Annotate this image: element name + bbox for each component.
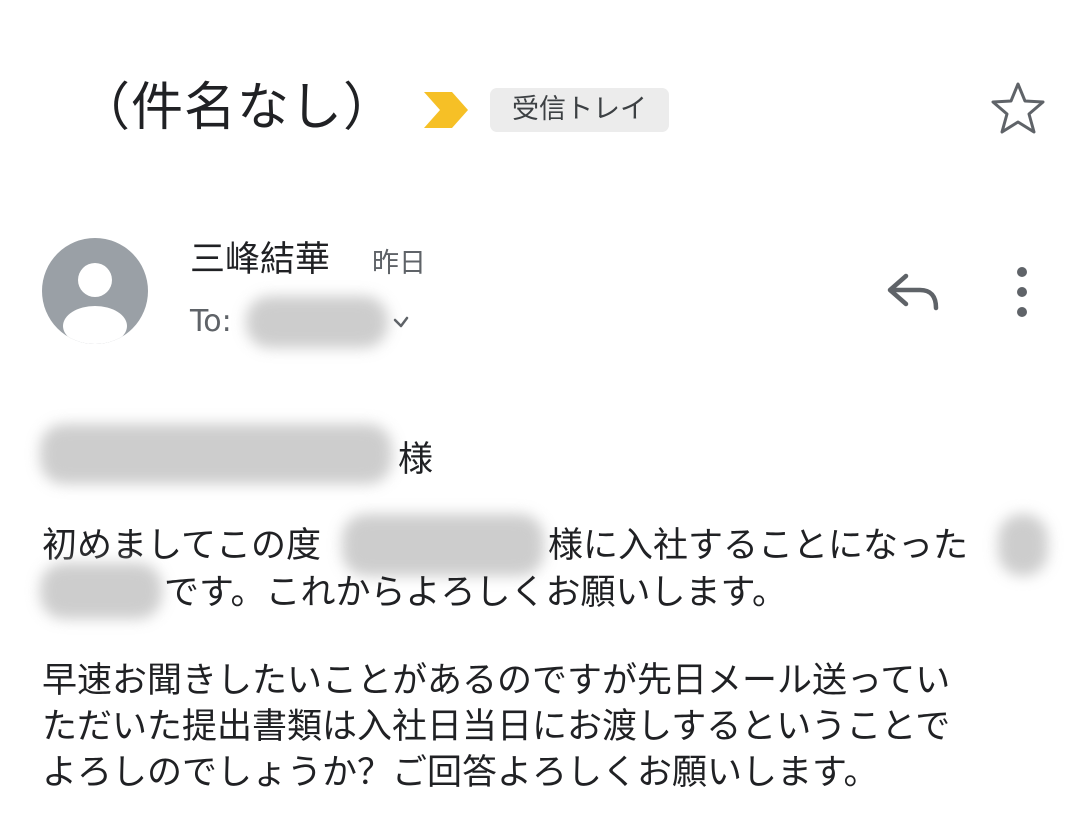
sender-avatar[interactable]: [42, 238, 148, 344]
salutation-suffix: 様: [398, 440, 434, 480]
company-name-redacted: [342, 514, 544, 576]
message-date: 昨日: [372, 248, 426, 279]
star-icon[interactable]: [988, 80, 1048, 136]
person-icon: [63, 263, 127, 344]
importance-marker-icon[interactable]: [422, 90, 470, 130]
more-vert-icon[interactable]: [1000, 264, 1044, 320]
body-line: 早速お聞きしたいことがあるのですが先日メール送ってい: [42, 661, 951, 701]
reply-icon[interactable]: [882, 266, 942, 318]
recipient-redacted: [246, 296, 388, 348]
inbox-label-chip[interactable]: 受信トレイ: [490, 88, 669, 132]
surname-redacted: [998, 514, 1048, 576]
chevron-down-icon[interactable]: [392, 314, 410, 330]
body-line: ただいた提出書類は入社日当日にお渡しするということで: [42, 707, 951, 747]
body-line: 様に入社することになった: [548, 526, 969, 566]
body-line: です。これからよろしくお願いします。: [164, 573, 788, 613]
sender-name: 三峰結華: [190, 240, 331, 280]
recipient-name-redacted: [40, 424, 392, 484]
body-line: よろしのでしょうか？ご回答よろしくお願いします。: [42, 753, 879, 793]
given-name-redacted: [40, 563, 162, 619]
recipient-label: To:: [190, 304, 232, 339]
email-subject: （件名なし）: [78, 78, 397, 138]
